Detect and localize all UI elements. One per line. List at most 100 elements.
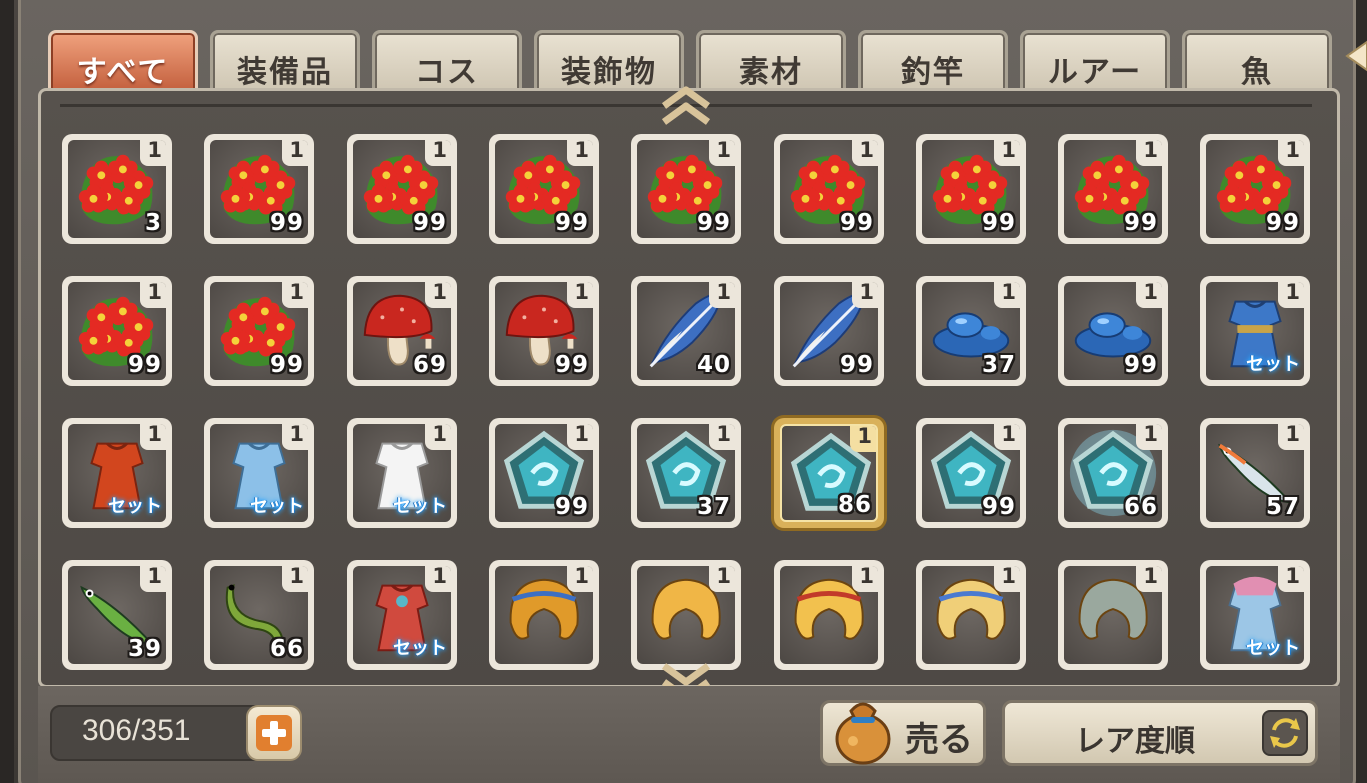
- item-rank: 1: [1143, 566, 1158, 588]
- item-slot[interactable]: 1: [916, 560, 1026, 670]
- item-slot[interactable]: 1 99: [774, 276, 884, 386]
- item-rank: 1: [289, 282, 304, 304]
- item-slot[interactable]: 1 66: [1058, 418, 1168, 528]
- item-slot[interactable]: 1 99: [631, 134, 741, 244]
- item-slot[interactable]: 1: [1058, 560, 1168, 670]
- set-badge: セット: [1246, 354, 1300, 375]
- item-slot[interactable]: 1 99: [916, 418, 1026, 528]
- item-slot-inner: 1: [780, 566, 878, 664]
- item-slot[interactable]: 1: [774, 560, 884, 670]
- item-count: 99: [554, 352, 589, 378]
- item-slot[interactable]: 1 37: [631, 418, 741, 528]
- tab-lures[interactable]: ルアー: [1020, 30, 1170, 94]
- double-chevron-up-icon[interactable]: [660, 84, 712, 128]
- item-rank: 1: [1285, 140, 1300, 162]
- item-slot-inner: 1 86: [780, 424, 878, 522]
- item-slot[interactable]: 1 セット: [347, 560, 457, 670]
- item-rank: 1: [574, 140, 589, 162]
- item-slot[interactable]: 1 40: [631, 276, 741, 386]
- item-slot[interactable]: 1 66: [204, 560, 314, 670]
- item-slot-inner: 1 40: [637, 282, 735, 380]
- item-rank: 1: [1285, 424, 1300, 446]
- item-slot-inner: 1 99: [210, 140, 308, 238]
- item-rank: 1: [716, 424, 731, 446]
- item-slot[interactable]: 1: [631, 560, 741, 670]
- item-slot[interactable]: 1 99: [489, 276, 599, 386]
- item-slot-inner: 1: [637, 566, 735, 664]
- item-slot[interactable]: 1 99: [489, 134, 599, 244]
- item-slot[interactable]: 1 69: [347, 276, 457, 386]
- item-slot[interactable]: 1 99: [774, 134, 884, 244]
- item-slot[interactable]: 1 99: [1058, 276, 1168, 386]
- item-slot[interactable]: 1 99: [489, 418, 599, 528]
- item-rank: 1: [1285, 566, 1300, 588]
- item-slot-inner: 1 99: [495, 424, 593, 522]
- item-slot-inner: 1 99: [495, 140, 593, 238]
- item-count: 99: [981, 210, 1016, 236]
- expand-capacity-button[interactable]: [246, 705, 302, 761]
- item-slot-inner: 1 セット: [1206, 282, 1304, 380]
- swap-arrows-icon[interactable]: [1262, 710, 1308, 756]
- item-slot-inner: 1 99: [780, 140, 878, 238]
- item-slot[interactable]: 1 57: [1200, 418, 1310, 528]
- item-count: 40: [696, 352, 731, 378]
- item-slot[interactable]: 13: [62, 134, 172, 244]
- item-rank: 1: [432, 140, 447, 162]
- item-slot-inner: 1 66: [210, 566, 308, 664]
- item-count: 99: [554, 210, 589, 236]
- plus-icon: [256, 715, 292, 751]
- item-slot-selected[interactable]: 1 86: [774, 418, 884, 528]
- item-slot[interactable]: 1 セット: [347, 418, 457, 528]
- item-slot[interactable]: 1 セット: [1200, 276, 1310, 386]
- item-rank: 1: [716, 140, 731, 162]
- item-slot-inner: 1 99: [922, 140, 1020, 238]
- set-badge: セット: [393, 496, 447, 517]
- item-slot-inner: 1 99: [353, 140, 451, 238]
- item-slot[interactable]: 1 99: [916, 134, 1026, 244]
- item-rank: 1: [289, 140, 304, 162]
- item-slot-inner: 1 37: [922, 282, 1020, 380]
- item-slot[interactable]: 1 セット: [62, 418, 172, 528]
- item-slot-inner: 1 セット: [1206, 566, 1304, 664]
- item-slot[interactable]: 1: [489, 560, 599, 670]
- item-slot[interactable]: 1 99: [1058, 134, 1168, 244]
- item-slot-inner: 1 セット: [353, 424, 451, 522]
- tab-materials[interactable]: 素材: [696, 30, 846, 94]
- item-rank: 1: [147, 566, 162, 588]
- set-badge: セット: [108, 496, 162, 517]
- item-slot[interactable]: 1 99: [204, 276, 314, 386]
- set-badge: セット: [1246, 638, 1300, 659]
- tab-fishing-rods[interactable]: 釣竿: [858, 30, 1008, 94]
- item-slot[interactable]: 1 99: [204, 134, 314, 244]
- tab-all[interactable]: すべて: [48, 30, 198, 94]
- tab-equipment[interactable]: 装備品: [210, 30, 360, 94]
- item-slot-inner: 1 37: [637, 424, 735, 522]
- item-slot-inner: 1: [495, 566, 593, 664]
- item-slot[interactable]: 1 セット: [204, 418, 314, 528]
- item-slot[interactable]: 1 99: [1200, 134, 1310, 244]
- item-rank: 1: [432, 282, 447, 304]
- item-rank: 1: [289, 424, 304, 446]
- item-rank: 1: [432, 424, 447, 446]
- item-count: 99: [412, 210, 447, 236]
- item-slot-inner: 1 99: [68, 282, 166, 380]
- tab-fish[interactable]: 魚: [1182, 30, 1332, 94]
- item-slot-inner: 1 セット: [353, 566, 451, 664]
- item-count: 99: [1123, 210, 1158, 236]
- item-slot[interactable]: 1 37: [916, 276, 1026, 386]
- item-slot[interactable]: 1 99: [62, 276, 172, 386]
- item-rank: 1: [1001, 140, 1016, 162]
- item-rank: 1: [1001, 566, 1016, 588]
- tab-costume[interactable]: コス: [372, 30, 522, 94]
- item-slot[interactable]: 1 99: [347, 134, 457, 244]
- item-slot-inner: 1 99: [637, 140, 735, 238]
- item-slot-inner: 1: [1064, 566, 1162, 664]
- item-count: 99: [269, 210, 304, 236]
- item-slot[interactable]: 1 39: [62, 560, 172, 670]
- item-count: 99: [269, 352, 304, 378]
- item-slot[interactable]: 1 セット: [1200, 560, 1310, 670]
- item-slot-inner: 1 66: [1064, 424, 1162, 522]
- item-rank: 1: [1285, 282, 1300, 304]
- item-count: 99: [1123, 352, 1158, 378]
- tab-scroll-right-icon[interactable]: [1343, 38, 1367, 74]
